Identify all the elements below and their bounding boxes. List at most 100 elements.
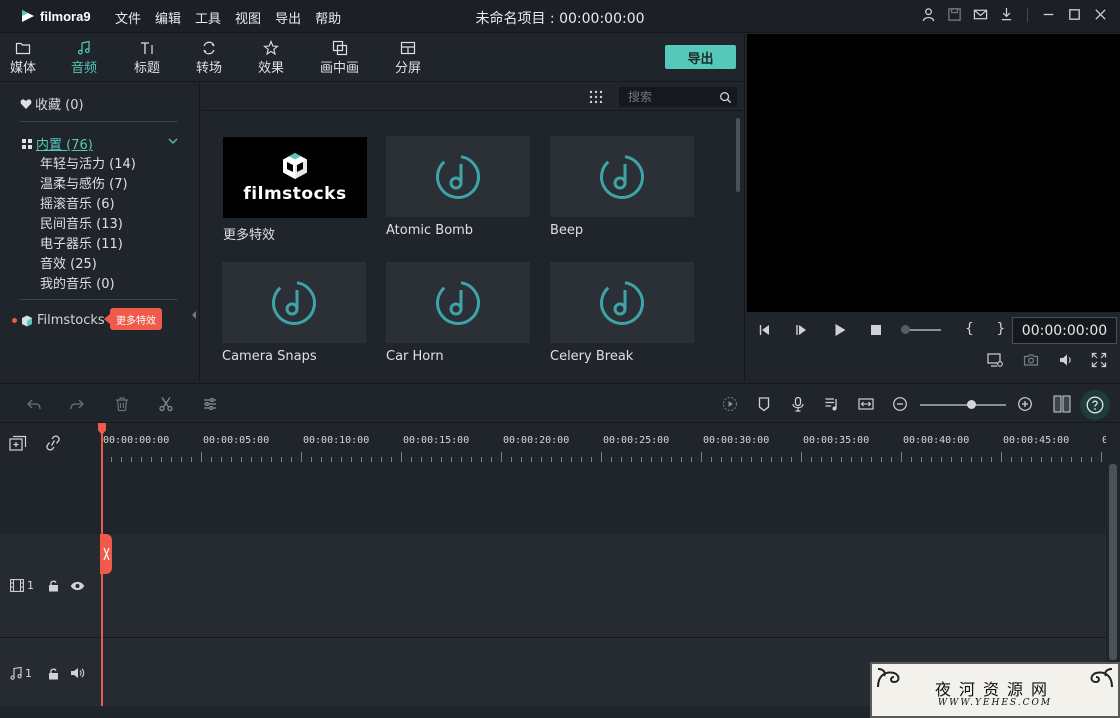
- render-preview-button[interactable]: [722, 396, 738, 412]
- zoom-in-button[interactable]: [1017, 396, 1033, 412]
- library-item-beep[interactable]: Beep: [550, 136, 694, 238]
- menu-export[interactable]: 导出: [275, 8, 301, 27]
- more-effects-badge[interactable]: 更多特效: [104, 308, 162, 330]
- category-item[interactable]: 电子器乐 (11): [40, 233, 123, 252]
- menu-view[interactable]: 视图: [235, 8, 261, 27]
- menu-file[interactable]: 文件: [115, 8, 141, 27]
- undo-icon: [27, 399, 41, 410]
- ruler-label: 00:00:15:00: [403, 435, 470, 446]
- redo-icon: [70, 399, 84, 410]
- library-item-celery-break[interactable]: Celery Break: [550, 262, 694, 364]
- user-icon[interactable]: [921, 7, 936, 22]
- search-icon[interactable]: [719, 91, 732, 104]
- maximize-icon[interactable]: [1067, 7, 1082, 22]
- scrollbar-thumb[interactable]: [1109, 464, 1117, 660]
- timeline-ruler[interactable]: 00:00:00:00 00:00:05:00 00:00:10:00 00:0…: [101, 424, 1106, 462]
- delete-button[interactable]: [114, 396, 130, 412]
- grid-view-icon[interactable]: [589, 90, 603, 104]
- playhead-handle[interactable]: [100, 534, 112, 574]
- zoom-out-button[interactable]: [892, 396, 908, 412]
- tab-transitions[interactable]: 转场: [196, 40, 222, 76]
- tab-audio[interactable]: 音频: [69, 40, 100, 84]
- close-icon[interactable]: [1093, 7, 1108, 22]
- library-item-car-horn[interactable]: Car Horn: [386, 262, 530, 364]
- tab-titles[interactable]: 标题: [134, 40, 160, 76]
- tab-pip[interactable]: 画中画: [320, 40, 359, 76]
- next-frame-button[interactable]: [794, 322, 810, 338]
- redo-button[interactable]: [69, 396, 85, 412]
- search-input[interactable]: [620, 88, 716, 106]
- library-item-atomic-bomb[interactable]: Atomic Bomb: [386, 136, 530, 238]
- timeline-toolbar: [0, 383, 1120, 423]
- music-note-icon: [77, 40, 90, 55]
- add-track-icon[interactable]: [9, 435, 27, 451]
- fullscreen-button[interactable]: [1091, 352, 1107, 368]
- category-item[interactable]: 温柔与感伤 (7): [40, 173, 128, 192]
- menu-tools[interactable]: 工具: [195, 8, 221, 27]
- trash-icon: [116, 397, 128, 412]
- display-settings-button[interactable]: [987, 352, 1003, 368]
- category-item[interactable]: 民间音乐 (13): [40, 213, 123, 232]
- snapshot-button[interactable]: [1023, 352, 1039, 368]
- library-item-camera-snaps[interactable]: Camera Snaps: [222, 262, 366, 364]
- library-item-filmstocks[interactable]: filmstocks 更多特效: [223, 137, 367, 243]
- ruler-label: 00:00:35:00: [803, 435, 870, 446]
- volume-button[interactable]: [1058, 352, 1074, 368]
- save-icon[interactable]: [947, 7, 962, 22]
- record-voice-button[interactable]: [790, 396, 806, 412]
- video-track-area[interactable]: [101, 534, 1106, 638]
- filmstocks-item[interactable]: Filmstocks: [12, 313, 105, 328]
- fit-timeline-button[interactable]: [858, 396, 874, 412]
- render-icon: [722, 396, 738, 412]
- prev-frame-button[interactable]: [757, 322, 773, 338]
- progress-knob[interactable]: [901, 325, 910, 334]
- export-button[interactable]: 导出: [665, 45, 736, 69]
- speaker-icon: [1060, 354, 1071, 366]
- collapse-left-icon[interactable]: [191, 310, 197, 320]
- layout-toggle-button[interactable]: [1052, 395, 1072, 413]
- download-icon[interactable]: [999, 7, 1014, 22]
- zoom-slider[interactable]: [920, 400, 1006, 409]
- music-note-icon: [10, 667, 22, 680]
- empty-track-area[interactable]: [101, 462, 1106, 534]
- play-button[interactable]: [832, 322, 848, 338]
- minimize-icon[interactable]: [1041, 7, 1056, 22]
- unlock-icon[interactable]: [48, 580, 59, 592]
- stop-button[interactable]: [868, 322, 884, 338]
- unlock-icon[interactable]: [48, 668, 59, 680]
- audio-category-sidebar: 收藏 (0) 内置 (76) 年轻与活力 (14) 温柔与感伤 (7) 摇滚音乐…: [0, 82, 200, 382]
- mark-in-out-buttons[interactable]: { }: [965, 321, 1014, 337]
- adjust-button[interactable]: [202, 396, 218, 412]
- marker-button[interactable]: [756, 396, 772, 412]
- audio-mixer-button[interactable]: [824, 396, 840, 412]
- tab-split-screen[interactable]: 分屏: [395, 40, 421, 76]
- menu-help[interactable]: 帮助: [315, 8, 341, 27]
- folder-icon: [15, 42, 31, 55]
- video-track-number: 1: [27, 579, 34, 592]
- link-icon[interactable]: [44, 435, 62, 451]
- filmora-logo-icon: [22, 10, 34, 22]
- library-item-label: Atomic Bomb: [386, 223, 474, 238]
- library-item-label: Celery Break: [550, 349, 634, 364]
- category-item[interactable]: 我的音乐 (0): [40, 273, 115, 292]
- grid-small-icon: [22, 138, 32, 149]
- menu-edit[interactable]: 编辑: [155, 8, 181, 27]
- chevron-down-icon[interactable]: [168, 136, 178, 146]
- speaker-icon[interactable]: [70, 667, 85, 679]
- tab-media[interactable]: 媒体: [10, 40, 36, 76]
- zoom-slider-knob[interactable]: [967, 400, 976, 409]
- stop-icon: [871, 325, 881, 335]
- cut-button[interactable]: [158, 396, 174, 412]
- mail-icon[interactable]: [973, 7, 988, 22]
- eye-icon[interactable]: [70, 581, 85, 591]
- category-item[interactable]: 摇滚音乐 (6): [40, 193, 115, 212]
- help-button[interactable]: [1080, 390, 1110, 420]
- library-scrollbar[interactable]: [736, 118, 740, 192]
- category-item[interactable]: 年轻与活力 (14): [40, 153, 136, 172]
- builtin-category[interactable]: 内置 (76): [22, 134, 93, 153]
- playback-progress-slider[interactable]: [901, 325, 941, 334]
- favorites-item[interactable]: 收藏 (0): [20, 94, 84, 113]
- tab-effects[interactable]: 效果: [258, 40, 284, 76]
- category-item[interactable]: 音效 (25): [40, 253, 97, 272]
- undo-button[interactable]: [26, 396, 42, 412]
